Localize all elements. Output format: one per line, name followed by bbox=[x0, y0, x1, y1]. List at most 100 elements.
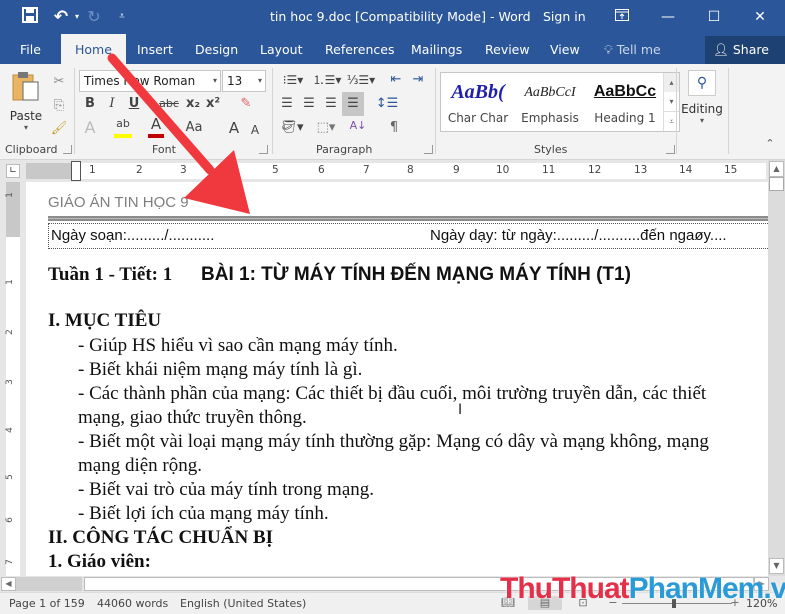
tab-design[interactable]: Design bbox=[195, 34, 238, 64]
sort-icon[interactable]: A↓ bbox=[348, 116, 368, 136]
clear-formatting-icon[interactable]: ✎ bbox=[236, 94, 256, 114]
undo-dropdown-icon[interactable]: ▾ bbox=[72, 7, 82, 27]
borders-icon[interactable]: ⬚▾ bbox=[312, 118, 340, 138]
align-left-icon[interactable]: ☰ bbox=[278, 94, 296, 114]
change-case-button[interactable]: Aa bbox=[182, 118, 206, 138]
document-title: tin hoc 9.doc [Compatibility Mode] - Wor… bbox=[270, 9, 531, 24]
tab-home[interactable]: Home bbox=[61, 34, 126, 64]
clipboard-launcher-icon[interactable] bbox=[63, 145, 72, 154]
sign-in-link[interactable]: Sign in bbox=[543, 9, 586, 24]
document-area: GIÁO ÁN TIN HỌC 9 Ngày soạn:........./..… bbox=[26, 182, 768, 576]
collapse-ribbon-icon[interactable]: ⌃ bbox=[762, 134, 778, 154]
styles-label: Styles bbox=[534, 143, 568, 156]
ruler-number: 4 bbox=[4, 427, 15, 433]
style-emphasis[interactable]: AaBbCcI Emphasis bbox=[515, 73, 585, 131]
shrink-font-button[interactable]: A bbox=[248, 120, 262, 140]
scroll-left-arrow-icon[interactable]: ◀ bbox=[1, 577, 16, 591]
justify-icon[interactable]: ☰ bbox=[342, 92, 364, 116]
style-sample: AaBbCc bbox=[593, 83, 657, 100]
font-launcher-icon[interactable] bbox=[259, 145, 268, 154]
show-formatting-icon[interactable]: ¶ bbox=[386, 118, 402, 138]
ruler-number: 9 bbox=[453, 164, 460, 176]
tab-view[interactable]: View bbox=[550, 34, 580, 64]
align-right-icon[interactable]: ☰ bbox=[322, 94, 340, 114]
text-line: - Biết khái niệm mạng máy tính là gì. bbox=[78, 359, 363, 380]
paragraph-launcher-icon[interactable] bbox=[424, 145, 433, 154]
superscript-button[interactable]: x² bbox=[204, 94, 222, 114]
scroll-up-arrow-icon[interactable]: ▲ bbox=[769, 161, 784, 177]
style-name: Char Char bbox=[447, 111, 509, 125]
grow-font-button[interactable]: A bbox=[226, 118, 242, 138]
paste-label: Paste bbox=[9, 109, 43, 123]
title-bar: ↶ ▾ ↻ ⩡ tin hoc 9.doc [Compatibility Mod… bbox=[0, 0, 785, 34]
tab-file[interactable]: File bbox=[20, 34, 41, 64]
redo-icon[interactable]: ↻ bbox=[84, 7, 104, 27]
bullets-icon[interactable]: ⁝☰▾ bbox=[278, 70, 308, 90]
vertical-ruler[interactable]: 1 1 2 3 4 5 6 7 bbox=[0, 182, 26, 576]
tab-review[interactable]: Review bbox=[485, 34, 530, 64]
tab-mailings[interactable]: Mailings bbox=[411, 34, 462, 64]
page-count[interactable]: Page 1 of 159 bbox=[9, 597, 85, 610]
text-effects-button[interactable]: A bbox=[82, 118, 98, 138]
divider bbox=[272, 68, 273, 154]
close-icon[interactable]: ✕ bbox=[737, 0, 783, 34]
tell-me-label: Tell me bbox=[616, 42, 661, 57]
ruler-number: 4 bbox=[226, 164, 233, 176]
ruler-number: 11 bbox=[542, 164, 556, 176]
save-icon[interactable] bbox=[20, 7, 40, 27]
cut-icon[interactable]: ✂ bbox=[50, 72, 68, 92]
lightbulb-icon: 💡︎ bbox=[604, 42, 613, 57]
font-color-button[interactable]: A bbox=[148, 116, 164, 138]
format-painter-icon[interactable]: 🖌︎ bbox=[50, 119, 68, 139]
font-name-combo[interactable]: Times New Roman ▾ bbox=[79, 70, 221, 92]
share-button[interactable]: 👤︎ Share bbox=[705, 36, 785, 64]
maximize-icon[interactable]: ☐ bbox=[691, 0, 737, 34]
undo-icon[interactable]: ↶ bbox=[50, 7, 72, 27]
minimize-icon[interactable]: — bbox=[645, 0, 691, 34]
tab-references[interactable]: References bbox=[325, 34, 394, 64]
style-char-char[interactable]: AaBb( Char Char bbox=[443, 73, 513, 131]
font-size-combo[interactable]: 13 ▾ bbox=[222, 70, 266, 92]
shading-icon[interactable]: 🪣︎▾ bbox=[278, 118, 306, 138]
language-indicator[interactable]: English (United States) bbox=[180, 597, 306, 610]
paste-button[interactable]: Paste ▾ bbox=[8, 70, 44, 140]
bold-button[interactable]: B bbox=[82, 94, 98, 114]
subsection-heading: 1. Giáo viên: bbox=[48, 551, 151, 572]
horizontal-ruler[interactable]: ∟ 1 2 3 4 5 6 7 8 9 10 11 12 13 14 15 bbox=[0, 160, 785, 182]
increase-indent-icon[interactable]: ⇥ bbox=[408, 70, 428, 90]
font-label: Font bbox=[152, 143, 176, 156]
line-spacing-icon[interactable]: ↕☰ bbox=[374, 94, 400, 114]
vertical-scrollbar[interactable]: ▲ ▼ bbox=[768, 160, 785, 576]
document-page[interactable]: GIÁO ÁN TIN HỌC 9 Ngày soạn:........./..… bbox=[26, 182, 768, 576]
subscript-button[interactable]: x₂ bbox=[184, 94, 202, 114]
copy-icon[interactable]: ⎘ bbox=[50, 96, 68, 116]
style-heading-1[interactable]: AaBbCc Heading 1 bbox=[587, 73, 663, 131]
text-line: mạng, giao thức truyền thông. bbox=[78, 407, 307, 428]
chevron-down-icon: ▾ bbox=[699, 116, 704, 125]
ribbon-display-options-icon[interactable] bbox=[599, 0, 645, 34]
paste-icon bbox=[12, 72, 39, 101]
tell-me-search[interactable]: 💡︎ Tell me bbox=[604, 34, 661, 64]
style-name: Heading 1 bbox=[594, 111, 656, 125]
paragraph-label: Paragraph bbox=[316, 143, 373, 156]
decrease-indent-icon[interactable]: ⇤ bbox=[386, 70, 406, 90]
underline-button[interactable]: U bbox=[126, 94, 142, 114]
text-line: mạng diện rộng. bbox=[78, 455, 203, 476]
watermark-logo: ThuThuatPhanMem.vn bbox=[500, 572, 785, 606]
numbering-icon[interactable]: ⒈☰▾ bbox=[312, 70, 342, 90]
editing-button[interactable]: ⚲ Editing ▾ bbox=[680, 70, 724, 140]
person-add-icon: 👤︎ bbox=[713, 42, 729, 57]
word-count[interactable]: 44060 words bbox=[97, 597, 168, 610]
tab-layout[interactable]: Layout bbox=[260, 34, 303, 64]
tab-insert[interactable]: Insert bbox=[137, 34, 173, 64]
indent-marker[interactable] bbox=[71, 161, 81, 181]
customize-quick-access-icon[interactable]: ⩡ bbox=[114, 7, 130, 27]
multilevel-list-icon[interactable]: ⅓☰▾ bbox=[346, 70, 376, 90]
styles-launcher-icon[interactable] bbox=[666, 145, 675, 154]
highlight-button[interactable]: ab bbox=[114, 116, 132, 138]
vertical-scroll-thumb[interactable] bbox=[769, 177, 784, 191]
align-center-icon[interactable]: ☰ bbox=[300, 94, 318, 114]
tab-stop-selector[interactable]: ∟ bbox=[6, 164, 20, 178]
strikethrough-button[interactable]: abc bbox=[158, 94, 180, 114]
italic-button[interactable]: I bbox=[104, 94, 120, 114]
